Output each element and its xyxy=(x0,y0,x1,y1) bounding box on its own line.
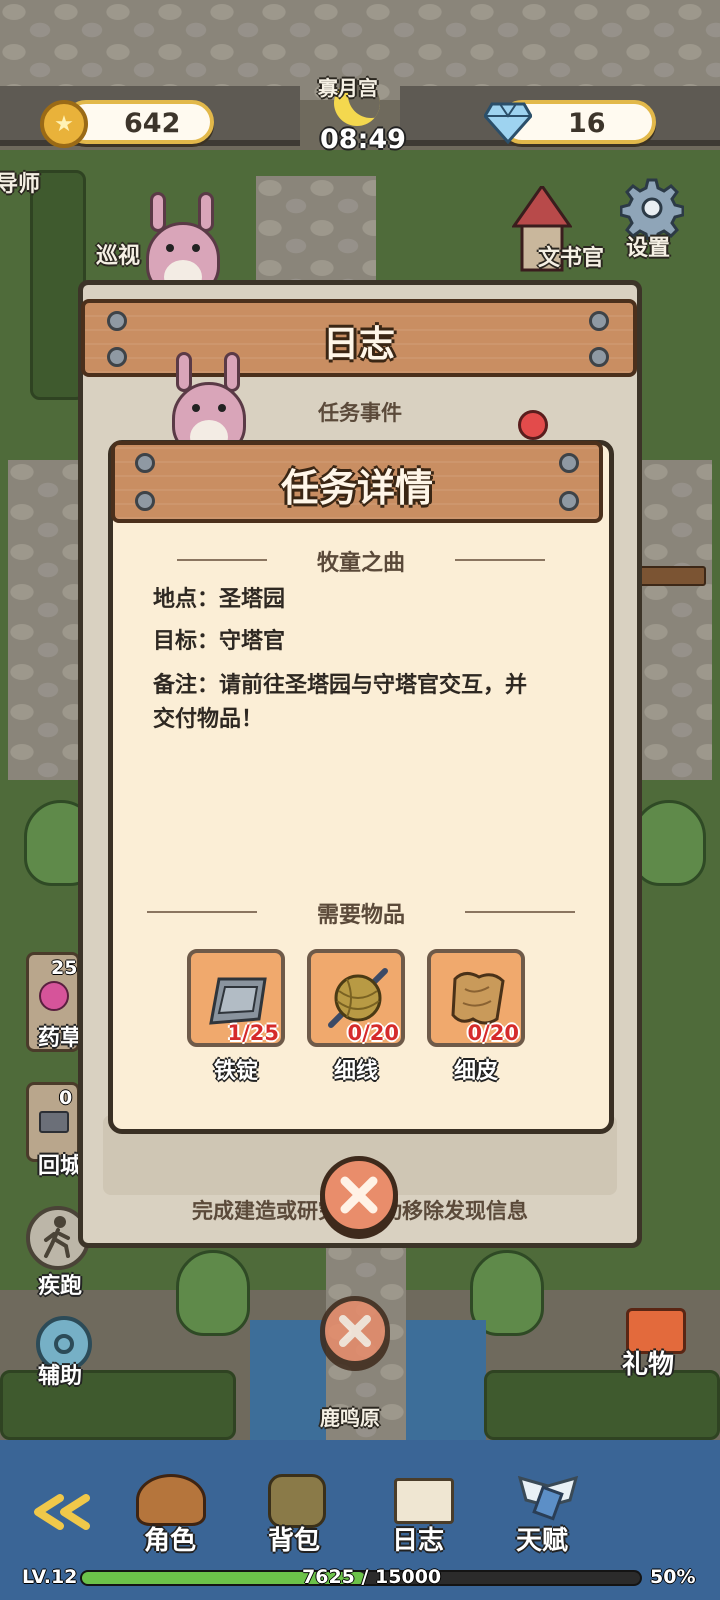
herb-flower-icon xyxy=(39,981,69,1011)
required-items-header: 需要物品 xyxy=(113,897,609,928)
item-slot-yarn[interactable]: 0/20 xyxy=(307,949,405,1047)
nav-talent[interactable]: 天赋 xyxy=(516,1520,568,1557)
close-icon xyxy=(339,1315,371,1347)
bench xyxy=(636,566,706,586)
return-count: 0 xyxy=(59,1087,73,1109)
task-target: 目标：守塔官 xyxy=(153,629,286,654)
river xyxy=(406,1320,486,1450)
task-location: 地点：圣塔园 xyxy=(153,587,286,612)
tree xyxy=(176,1250,250,1336)
close-icon xyxy=(340,1176,378,1214)
task-title-board: 任务详情 xyxy=(111,441,603,523)
scroll-icon xyxy=(39,1111,69,1133)
task-detail-dialog: 任务详情 牧童之曲 地点：圣塔园 目标：守塔官 备注：请前往圣塔园与守塔官交互，… xyxy=(108,440,614,1134)
nav-backpack[interactable]: 背包 xyxy=(268,1520,320,1557)
game-clock: 08:49 xyxy=(320,124,406,155)
task-title: 任务详情 xyxy=(280,466,433,510)
herb-label: 药草 xyxy=(38,1026,83,1051)
item-count: 0/20 xyxy=(347,1021,399,1045)
herb-count: 25 xyxy=(51,957,78,979)
location-label-top: 寡月宫 xyxy=(318,76,378,100)
open-book-icon xyxy=(394,1478,454,1524)
item-name: 细皮 xyxy=(453,1059,498,1084)
river xyxy=(250,1320,330,1450)
flower-decoration-icon xyxy=(518,410,548,440)
background-close-button[interactable] xyxy=(320,1296,390,1366)
npc-label-scribe: 文书官 xyxy=(538,246,605,271)
assist-gear-icon xyxy=(54,1334,74,1354)
cobblestone-path xyxy=(642,460,712,780)
cobblestone-path xyxy=(8,460,78,780)
assist-label: 辅助 xyxy=(38,1364,83,1389)
gem-amount: 16 xyxy=(568,108,606,139)
item-name: 铁锭 xyxy=(213,1059,258,1084)
item-count: 0/20 xyxy=(467,1021,519,1045)
collapse-arrow-icon[interactable] xyxy=(30,1494,94,1530)
hedge xyxy=(0,1370,236,1440)
npc-label-mentor: 导师 xyxy=(0,172,41,197)
item-count: 1/25 xyxy=(227,1021,279,1045)
character-portrait-icon xyxy=(136,1474,206,1526)
journal-title: 日志 xyxy=(322,324,395,365)
xp-text: 7625 / 15000 xyxy=(302,1566,442,1588)
cobblestone-path xyxy=(256,176,376,286)
required-items-label: 需要物品 xyxy=(316,903,405,928)
item-slot-iron-ingot[interactable]: 1/25 xyxy=(187,949,285,1047)
close-button[interactable] xyxy=(320,1156,398,1234)
tree xyxy=(632,800,706,886)
item-slot-leather[interactable]: 0/20 xyxy=(427,949,525,1047)
quest-name-header: 牧童之曲 xyxy=(113,545,609,576)
task-note-line1: 备注：请前往圣塔园与守塔官交互，并 xyxy=(153,673,528,698)
task-note-line2: 交付物品！ xyxy=(153,707,264,732)
item-name: 细线 xyxy=(333,1059,378,1084)
diamond-icon xyxy=(483,100,533,145)
journal-title-board: 日志 xyxy=(81,299,637,377)
nav-character[interactable]: 角色 xyxy=(144,1520,196,1557)
return-label: 回城 xyxy=(38,1154,83,1179)
settings-label[interactable]: 设置 xyxy=(626,230,670,262)
nav-journal[interactable]: 日志 xyxy=(392,1520,444,1557)
winged-book-icon xyxy=(516,1475,580,1526)
coin-amount: 642 xyxy=(124,108,181,139)
hedge xyxy=(484,1370,720,1440)
xp-percent: 50% xyxy=(650,1566,696,1588)
star-coin-icon: ★ xyxy=(40,100,88,148)
npc-label-patrol: 巡视 xyxy=(96,244,141,269)
quest-name: 牧童之曲 xyxy=(316,551,405,576)
sprint-label: 疾跑 xyxy=(38,1274,83,1299)
gift-label[interactable]: 礼物 xyxy=(622,1344,674,1381)
player-level: LV.12 xyxy=(22,1566,78,1588)
location-label-bottom: 鹿鸣原 xyxy=(320,1406,380,1430)
journal-section-header: 任务事件 xyxy=(83,397,637,427)
journal-section-label[interactable]: 任务事件 xyxy=(83,397,637,427)
